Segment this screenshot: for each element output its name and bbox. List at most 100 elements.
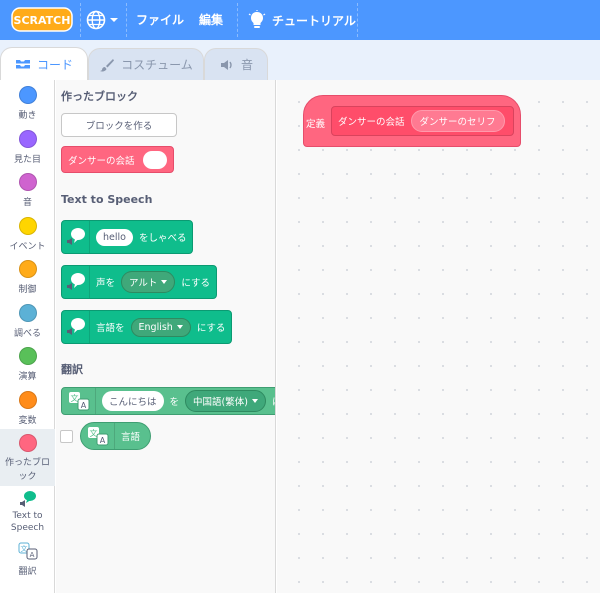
category-dot <box>18 434 37 452</box>
text-to-speech-icon <box>62 311 90 343</box>
tab-code[interactable]: コード <box>0 47 88 80</box>
block-label: をしゃべる <box>138 233 187 244</box>
category-label: 作ったブロック <box>4 458 50 482</box>
language-reporter-block[interactable]: 文A 言語 <box>80 422 152 450</box>
category-label: 翻訳 <box>18 567 37 577</box>
category-label: 変数 <box>18 416 37 426</box>
dropdown-arrow-icon <box>161 280 168 284</box>
text-to-speech-icon <box>62 266 90 298</box>
block-label: にする <box>196 323 226 334</box>
category-translate[interactable]: 文 A 翻訳 <box>0 542 55 577</box>
language-dropdown[interactable]: English <box>130 317 191 337</box>
svg-text:A: A <box>80 401 86 410</box>
block-label: を <box>169 397 180 408</box>
category-dot <box>18 391 37 409</box>
lightbulb-icon <box>248 10 266 28</box>
category-looks[interactable]: 見た目 <box>0 130 55 165</box>
category-events[interactable]: イベント <box>0 217 55 252</box>
tab-costumes-label: コスチューム <box>121 58 193 72</box>
block-label: にする <box>181 278 211 289</box>
file-menu[interactable]: ファイル <box>136 11 184 28</box>
category-operators[interactable]: 演算 <box>0 347 55 382</box>
prototype-argument[interactable]: ダンサーのセリフ <box>410 110 505 132</box>
category-dot <box>18 304 37 322</box>
scratch-logo[interactable]: SCRATCH <box>11 6 73 33</box>
svg-text:A: A <box>29 551 34 559</box>
dropdown-value: English <box>138 321 173 333</box>
translate-icon: 文 A <box>18 542 37 560</box>
block-label: 言語を <box>96 323 125 334</box>
block-palette: 作ったブロック ブロックを作る ダンサーの会話 Text to Speech h… <box>56 80 276 593</box>
dropdown-value: アルト <box>129 278 158 289</box>
block-input-slot[interactable] <box>142 150 167 169</box>
category-dot <box>18 217 37 235</box>
category-dot <box>18 130 37 148</box>
translate-block[interactable]: 文A こんにちは を 中国語(繁体) に <box>61 387 275 415</box>
edit-menu[interactable]: 編集 <box>199 11 223 28</box>
translate-icon: 文A <box>62 388 96 414</box>
tutorials-button[interactable]: チュートリアル <box>248 8 356 32</box>
category-dot <box>18 347 37 365</box>
target-language-dropdown[interactable]: 中国語(繁体) <box>185 390 266 412</box>
caret-down-icon <box>110 18 118 22</box>
translate-heading: 翻訳 <box>61 363 83 376</box>
globe-icon <box>86 10 106 30</box>
text-to-speech-icon <box>19 491 36 507</box>
tab-code-label: コード <box>36 57 73 72</box>
tutorials-label: チュートリアル <box>272 13 356 28</box>
svg-text:文: 文 <box>89 428 97 438</box>
speaker-icon <box>220 59 232 70</box>
tts-language-block[interactable]: 言語を English にする <box>61 310 233 344</box>
category-dot <box>18 173 37 191</box>
category-label: 動き <box>18 111 37 121</box>
prototype-label: ダンサーの会話 <box>338 117 405 128</box>
block-label: 声を <box>96 278 116 289</box>
dropdown-arrow-icon <box>176 325 183 329</box>
make-a-block-button[interactable]: ブロックを作る <box>61 113 177 137</box>
language-menu-button[interactable] <box>86 8 122 32</box>
category-dot <box>18 86 37 104</box>
script-area[interactable] <box>277 80 600 593</box>
tab-costumes[interactable]: コスチューム <box>88 48 204 80</box>
category-label: 音 <box>22 198 32 208</box>
tts-speak-block[interactable]: hello をしゃべる <box>61 220 194 254</box>
language-reporter-checkbox[interactable] <box>60 430 73 443</box>
define-label: 定義 <box>306 119 326 130</box>
category-label: Text to Speech <box>10 511 45 533</box>
dropdown-value: 中国語(繁体) <box>193 397 248 408</box>
category-sensing[interactable]: 調べる <box>0 304 55 339</box>
voice-dropdown[interactable]: アルト <box>121 271 176 293</box>
category-dot <box>18 260 37 278</box>
svg-text:文: 文 <box>70 393 78 403</box>
category-label: 見た目 <box>13 155 41 165</box>
tab-sounds[interactable]: 音 <box>204 48 268 80</box>
my-blocks-heading: 作ったブロック <box>61 90 138 103</box>
menu-bar: SCRATCH ファイル 編集 チュートリアル <box>0 0 600 40</box>
custom-block-prototype[interactable]: ダンサーの会話 ダンサーのセリフ <box>331 106 514 136</box>
code-icon <box>15 60 30 69</box>
svg-text:A: A <box>99 436 105 445</box>
tts-voice-block[interactable]: 声を アルト にする <box>61 265 218 299</box>
category-menu: 動き 見た目 音 イベント 制御 調べる 演算 変数 作ったブロック Text <box>0 80 55 593</box>
category-sound[interactable]: 音 <box>0 173 55 208</box>
category-control[interactable]: 制御 <box>0 260 55 295</box>
svg-text:文: 文 <box>20 544 27 553</box>
text-to-speech-icon <box>62 221 90 253</box>
translate-icon: 文A <box>81 423 115 449</box>
category-label: 演算 <box>18 372 37 382</box>
category-label: 制御 <box>18 285 37 295</box>
translate-text-input[interactable]: こんにちは <box>102 391 164 411</box>
svg-text:SCRATCH: SCRATCH <box>14 14 71 27</box>
tab-sounds-label: 音 <box>240 58 253 72</box>
tts-heading: Text to Speech <box>61 193 153 206</box>
category-label: イベント <box>9 242 46 252</box>
block-label: 言語 <box>121 432 141 443</box>
speak-text-input[interactable]: hello <box>96 228 133 246</box>
category-my-blocks[interactable]: 作ったブロック <box>0 429 55 486</box>
category-variables[interactable]: 変数 <box>0 391 55 426</box>
block-label: ダンサーの会話 <box>68 155 135 167</box>
category-text-to-speech[interactable]: Text to Speech <box>0 490 55 534</box>
category-label: 調べる <box>13 329 41 339</box>
custom-block-dancer-talk[interactable]: ダンサーの会話 <box>61 146 174 173</box>
category-motion[interactable]: 動き <box>0 86 55 121</box>
